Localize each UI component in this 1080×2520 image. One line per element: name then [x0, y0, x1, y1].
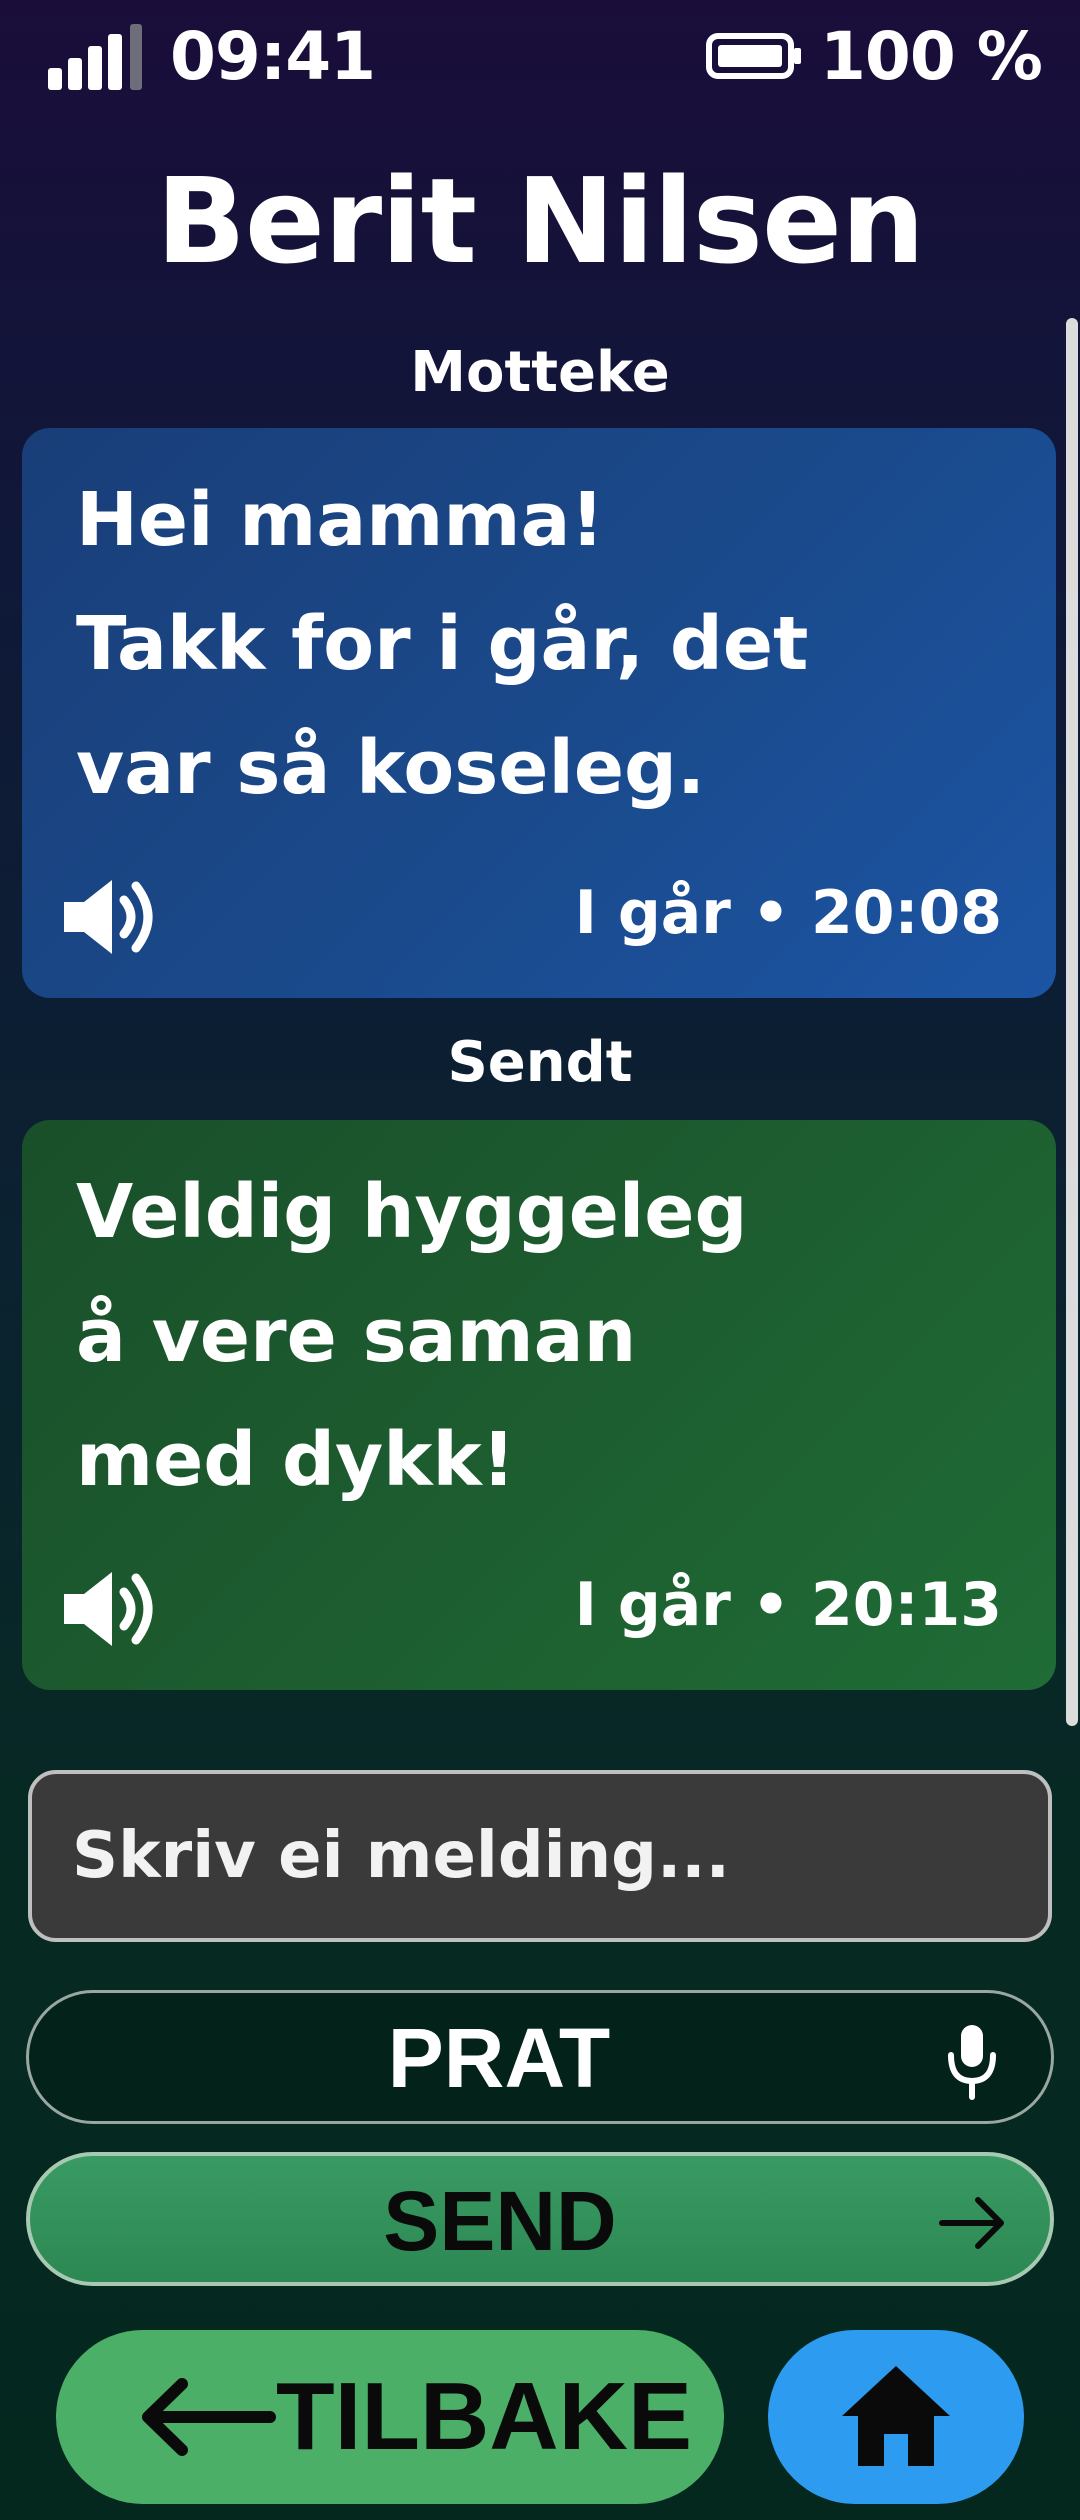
home-icon	[842, 2366, 950, 2466]
message-line: Veldig hyggeleg	[76, 1169, 748, 1255]
battery-percentage: 100 %	[820, 18, 1043, 95]
message-text: Veldig hyggeleg å vere saman med dykk!	[76, 1150, 747, 1522]
received-section-label: Motteke	[410, 340, 670, 405]
talk-button[interactable]: PRAT	[26, 1990, 1054, 2124]
arrow-right-icon	[939, 2197, 1004, 2249]
arrow-left-icon	[142, 2378, 276, 2456]
microphone-icon	[948, 2025, 996, 2100]
message-timestamp: I går • 20:08	[574, 878, 1002, 948]
message-input[interactable]	[28, 1770, 1052, 1942]
sent-section-label: Sendt	[447, 1030, 633, 1095]
message-line: å vere saman	[76, 1293, 637, 1379]
contact-name-title: Berit Nilsen	[155, 152, 925, 290]
send-button-label: SEND	[383, 2174, 617, 2268]
send-button[interactable]: SEND	[26, 2152, 1054, 2286]
speaker-icon[interactable]	[54, 872, 164, 962]
status-time: 09:41	[170, 18, 376, 95]
back-button-label: TILBAKE	[276, 2363, 692, 2470]
message-line: med dykk!	[76, 1417, 516, 1503]
talk-button-label: PRAT	[387, 2011, 611, 2105]
speaker-icon[interactable]	[54, 1564, 164, 1654]
status-bar: 09:41 100 %	[0, 0, 1080, 110]
scrollbar[interactable]	[1066, 318, 1078, 1726]
signal-strength-icon	[48, 22, 148, 90]
sent-message-bubble[interactable]: Veldig hyggeleg å vere saman med dykk! I…	[22, 1120, 1056, 1690]
back-button[interactable]: TILBAKE	[56, 2330, 724, 2504]
message-line: Hei mamma!	[76, 477, 605, 563]
received-message-bubble[interactable]: Hei mamma! Takk for i går, det var så ko…	[22, 428, 1056, 998]
home-button[interactable]	[768, 2330, 1024, 2504]
message-line: var så koseleg.	[76, 725, 706, 811]
message-line: Takk for i går, det	[76, 601, 809, 687]
message-text: Hei mamma! Takk for i går, det var så ko…	[76, 458, 808, 830]
message-timestamp: I går • 20:13	[574, 1570, 1002, 1640]
battery-full-icon	[706, 33, 801, 79]
